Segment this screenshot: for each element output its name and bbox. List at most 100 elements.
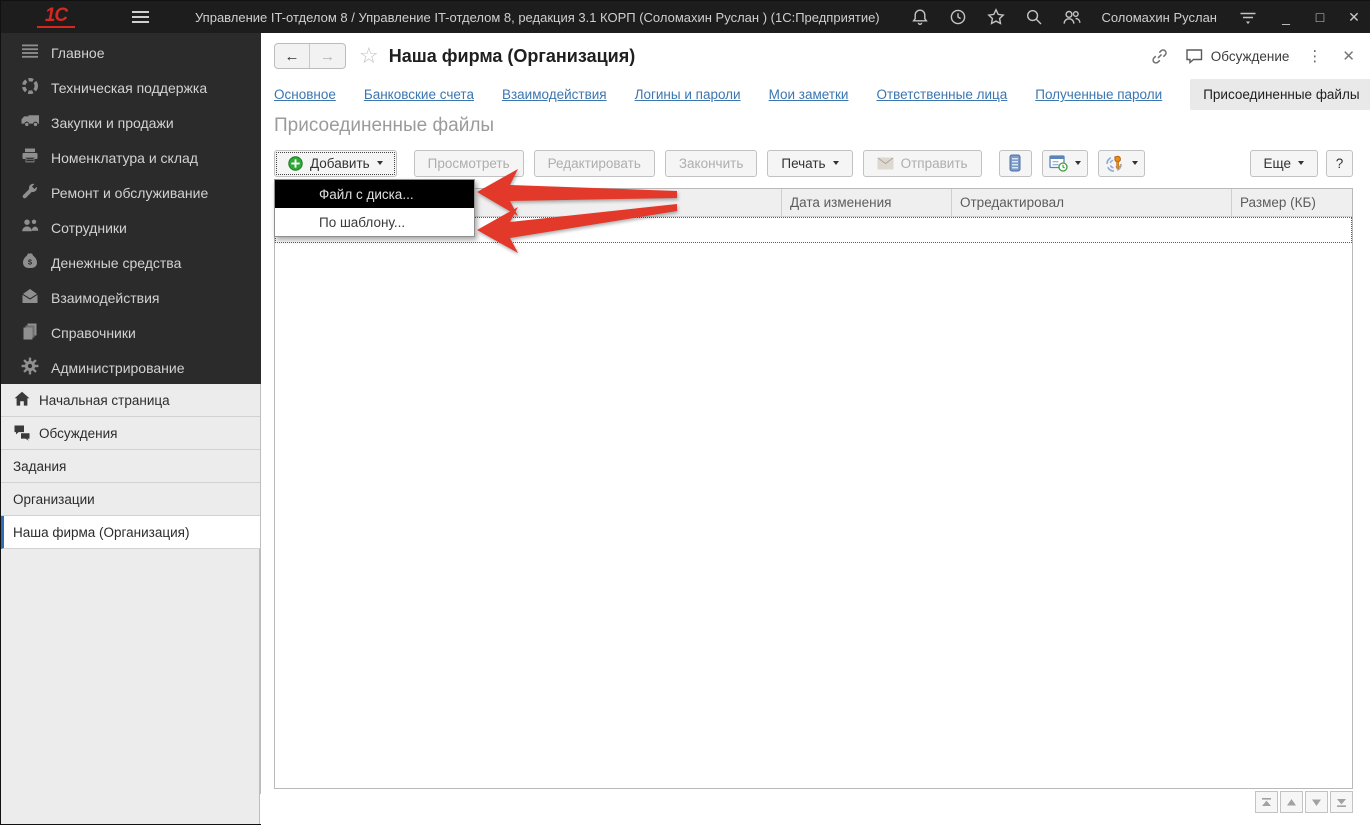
- service-menu-icon[interactable]: [1235, 4, 1261, 30]
- chevron-down-icon: [1298, 161, 1304, 165]
- sidebar-item-tech-podderzhka[interactable]: Техническая поддержка: [1, 70, 261, 105]
- tab-bankovskie-scheta[interactable]: Банковские счета: [364, 87, 474, 102]
- sidebar-item-label: Главное: [51, 45, 105, 61]
- file-versions-button[interactable]: [999, 150, 1032, 177]
- 1c-logo: 1С: [37, 6, 75, 28]
- sidebar-item-organizacii[interactable]: Организации: [1, 483, 260, 516]
- more-actions-icon[interactable]: ⋮: [1305, 47, 1324, 65]
- digital-signature-button[interactable]: [1098, 150, 1145, 177]
- tab-osnovnoe[interactable]: Основное: [274, 87, 336, 102]
- discussion-bubble-icon: [1185, 48, 1204, 65]
- home-icon: [13, 390, 31, 411]
- wrench-icon: [20, 181, 40, 204]
- history-icon[interactable]: [945, 4, 971, 30]
- favorite-star-icon[interactable]: ☆: [359, 45, 379, 67]
- sidebar-item-label: Ремонт и обслуживание: [51, 185, 208, 201]
- menu-item-from-template[interactable]: По шаблону...: [275, 208, 474, 236]
- close-window-button[interactable]: ✕: [1337, 3, 1370, 31]
- deadline-settings-button[interactable]: [1042, 150, 1088, 177]
- sidebar-item-label: Номенклатура и склад: [51, 150, 198, 166]
- sidebar-sections: Главное Техническая поддержка Закупки и …: [1, 33, 261, 384]
- tab-moi-zametki[interactable]: Мои заметки: [769, 87, 849, 102]
- maximize-button[interactable]: □: [1303, 3, 1337, 31]
- sidebar-item-label: Задания: [13, 459, 66, 474]
- page-title: Наша фирма (Организация): [389, 46, 635, 67]
- sidebar-item-spravochniki[interactable]: Справочники: [1, 315, 261, 350]
- envelope-icon: [20, 286, 40, 309]
- edit-button[interactable]: Редактировать: [534, 150, 655, 177]
- tab-loginy-i-paroli[interactable]: Логины и пароли: [635, 87, 741, 102]
- scroll-first-icon[interactable]: [1255, 791, 1278, 813]
- sidebar-item-label: Наша фирма (Организация): [13, 525, 189, 540]
- column-header-date-modified[interactable]: Дата изменения: [782, 189, 952, 216]
- tab-poluchennye-paroli[interactable]: Полученные пароли: [1035, 87, 1162, 102]
- add-dropdown-menu: Файл с диска... По шаблону...: [274, 179, 475, 237]
- sidebar-item-nomenklatura[interactable]: Номенклатура и склад: [1, 140, 261, 175]
- printer-icon: [20, 146, 40, 169]
- sidebar-item-label: Денежные средства: [51, 255, 181, 271]
- scroll-down-icon[interactable]: [1305, 791, 1328, 813]
- tab-otvetstvennye-lica[interactable]: Ответственные лица: [876, 87, 1007, 102]
- print-button[interactable]: Печать: [767, 150, 852, 177]
- attached-files-table: Дата изменения Отредактировал Размер (КБ…: [274, 188, 1353, 789]
- sidebar-item-administrirovanie[interactable]: Администрирование: [1, 350, 261, 385]
- tab-prisoedinennye-fayly[interactable]: Присоединенные файлы: [1190, 79, 1370, 110]
- sidebar-item-glavnoe[interactable]: Главное: [1, 35, 261, 70]
- users-icon[interactable]: [1059, 4, 1085, 30]
- current-user-name[interactable]: Соломахин Руслан: [1101, 10, 1217, 25]
- signature-key-icon: [1105, 154, 1125, 173]
- sidebar-item-nachalnaya-stranica[interactable]: Начальная страница: [1, 384, 260, 417]
- sidebar-item-zadaniya[interactable]: Задания: [1, 450, 260, 483]
- column-header-size-kb[interactable]: Размер (КБ): [1232, 189, 1352, 216]
- tab-vzaimodeystviya[interactable]: Взаимодействия: [502, 87, 607, 102]
- section-title: Присоединенные файлы: [274, 115, 494, 137]
- history-nav-group: ← →: [274, 43, 346, 69]
- sidebar-empty-area: [1, 549, 260, 824]
- forward-button[interactable]: →: [310, 44, 345, 68]
- sidebar-item-zakupki[interactable]: Закупки и продажи: [1, 105, 261, 140]
- sidebar-item-remont[interactable]: Ремонт и обслуживание: [1, 175, 261, 210]
- truck-icon: [20, 111, 40, 134]
- discussion-label: Обсуждение: [1211, 49, 1290, 64]
- sidebar-item-label: Закупки и продажи: [51, 115, 174, 131]
- close-form-icon[interactable]: ✕: [1340, 47, 1357, 65]
- add-button[interactable]: Добавить: [274, 150, 397, 177]
- copy-link-icon[interactable]: [1150, 47, 1169, 66]
- favorites-star-icon[interactable]: [983, 4, 1009, 30]
- sidebar-item-obsuzhdeniya[interactable]: Обсуждения: [1, 417, 260, 450]
- chevron-down-icon: [1075, 161, 1081, 165]
- sidebar-item-vzaimodeystviya[interactable]: Взаимодействия: [1, 280, 261, 315]
- notifications-bell-icon[interactable]: [907, 4, 933, 30]
- discussion-button[interactable]: Обсуждение: [1185, 48, 1290, 65]
- sidebar-item-label: Начальная страница: [39, 393, 170, 408]
- titlebar: 1С Управление IT-отделом 8 / Управление …: [1, 1, 1370, 33]
- versions-stack-icon: [1008, 154, 1022, 172]
- search-icon[interactable]: [1021, 4, 1047, 30]
- view-button[interactable]: Просмотреть: [414, 150, 524, 177]
- back-button[interactable]: ←: [275, 44, 310, 68]
- help-button[interactable]: ?: [1326, 150, 1353, 177]
- sidebar-item-sotrudniki[interactable]: Сотрудники: [1, 210, 261, 245]
- table-scroll-nav: [1255, 791, 1353, 813]
- sidebar-item-label: Сотрудники: [51, 220, 127, 236]
- column-header-edited-by[interactable]: Отредактировал: [952, 189, 1232, 216]
- sidebar-item-label: Организации: [13, 492, 95, 507]
- money-bag-icon: $: [20, 251, 40, 274]
- chevron-down-icon: [833, 161, 839, 165]
- scroll-last-icon[interactable]: [1330, 791, 1353, 813]
- finish-button[interactable]: Закончить: [665, 150, 757, 177]
- toolbar-more-button[interactable]: Еще: [1250, 150, 1318, 177]
- minimize-button[interactable]: _: [1269, 3, 1303, 31]
- send-button[interactable]: Отправить: [863, 150, 982, 177]
- menu-item-file-from-disk[interactable]: Файл с диска...: [275, 180, 474, 208]
- sidebar-item-label: Справочники: [51, 325, 136, 341]
- menu-lines-icon: [20, 41, 40, 64]
- form-tabs: Основное Банковские счета Взаимодействия…: [274, 79, 1361, 110]
- sidebar-item-denezhnye[interactable]: $ Денежные средства: [1, 245, 261, 280]
- sidebar-item-nasha-firma[interactable]: Наша фирма (Организация): [1, 516, 260, 549]
- main-menu-icon[interactable]: [127, 4, 153, 30]
- sidebar-item-label: Взаимодействия: [51, 290, 160, 306]
- scroll-up-icon[interactable]: [1280, 791, 1303, 813]
- pages-icon: [20, 321, 40, 344]
- files-toolbar: Добавить Просмотреть Редактировать Закон…: [274, 149, 1353, 177]
